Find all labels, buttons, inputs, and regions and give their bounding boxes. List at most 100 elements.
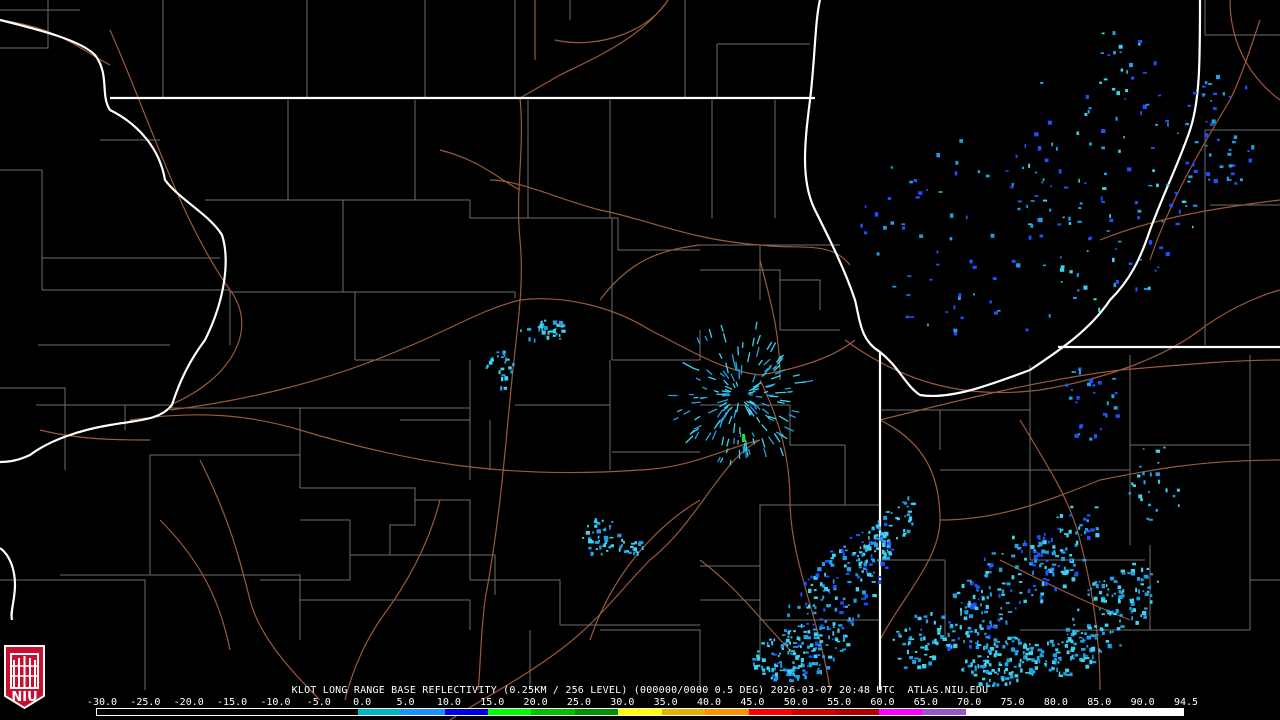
echo-pixel: [1111, 87, 1116, 91]
echo-pixel: [1038, 659, 1041, 664]
echo-pixel: [969, 630, 974, 633]
echo-pixel: [954, 171, 958, 176]
echo-pixel: [883, 515, 888, 520]
echo-pixel: [1135, 587, 1138, 593]
echo-pixel: [832, 553, 836, 558]
echo-pixel: [966, 579, 970, 582]
echo-pixel: [1129, 607, 1132, 611]
echo-pixel: [982, 659, 986, 663]
echo-pixel: [977, 598, 980, 601]
echo-pixel: [974, 606, 979, 611]
echo-pixel: [1051, 551, 1056, 556]
echo-pixel: [1034, 195, 1039, 197]
echo-pixel: [814, 641, 819, 646]
echo-pixel: [1084, 531, 1087, 535]
echo-pixel: [980, 665, 984, 669]
echo-pixel: [848, 617, 851, 620]
echo-pixel: [803, 651, 806, 654]
echo-pixel: [832, 579, 835, 584]
echo-pixel: [496, 351, 500, 354]
echo-pixel: [959, 139, 963, 143]
echo-pixel: [631, 542, 635, 545]
echo-pixel: [1055, 648, 1059, 652]
echo-pixel: [1034, 666, 1038, 670]
echo-pixel: [960, 611, 962, 616]
echo-pixel: [1027, 590, 1031, 593]
echo-pixel: [1106, 593, 1109, 597]
scale-label: 15.0: [480, 697, 505, 708]
echo-pixel: [847, 562, 850, 564]
echo-pixel: [1138, 40, 1143, 44]
echo-pixel: [951, 639, 956, 642]
echo-pixel: [886, 549, 889, 552]
echo-pixel: [843, 564, 847, 568]
echo-pixel: [985, 174, 990, 178]
echo-pixel: [1023, 543, 1028, 547]
echo-pixel: [1017, 638, 1021, 642]
echo-pixel: [1115, 248, 1118, 250]
echo-pixel: [834, 607, 838, 612]
clutter-streak: [755, 395, 763, 398]
echo-pixel: [783, 642, 788, 646]
echo-pixel: [917, 616, 922, 621]
echo-pixel: [1071, 388, 1073, 392]
echo-pixel: [1048, 540, 1051, 544]
echo-pixel: [761, 657, 764, 660]
echo-pixel: [1101, 613, 1105, 616]
echo-pixel: [1143, 574, 1149, 578]
echo-pixel: [790, 652, 793, 655]
echo-pixel: [1049, 208, 1052, 212]
echo-pixel: [1040, 592, 1045, 596]
echo-pixel: [861, 541, 864, 544]
echo-pixel: [1121, 594, 1125, 598]
scale-label: 30.0: [610, 697, 635, 708]
echo-pixel: [953, 328, 958, 333]
echo-pixel: [1084, 182, 1087, 185]
echo-pixel: [1069, 672, 1073, 677]
echo-pixel: [784, 629, 787, 632]
echo-pixel: [820, 624, 824, 627]
echo-pixel: [795, 674, 800, 679]
echo-pixel: [852, 552, 857, 554]
color-bar-segment: [792, 709, 836, 715]
echo-pixel: [1085, 655, 1089, 657]
echo-pixel: [807, 578, 810, 581]
echo-pixel: [1202, 85, 1206, 88]
echo-pixel: [1019, 658, 1022, 663]
echo-pixel: [835, 647, 838, 649]
echo-pixel: [762, 668, 766, 672]
echo-pixel: [905, 315, 910, 319]
echo-pixel: [1169, 203, 1174, 208]
echo-pixel: [1161, 220, 1164, 223]
echo-pixel: [968, 644, 972, 649]
echo-pixel: [508, 366, 512, 370]
echo-pixel: [790, 636, 793, 639]
echo-pixel: [839, 610, 844, 615]
echo-pixel: [902, 226, 906, 230]
echo-pixel: [1005, 668, 1008, 670]
echo-pixel: [1035, 171, 1038, 174]
echo-pixel: [825, 575, 830, 578]
echo-pixel: [1071, 657, 1075, 660]
echo-pixel: [1178, 209, 1181, 214]
echo-pixel: [791, 679, 794, 683]
echo-pixel: [828, 635, 830, 640]
echo-pixel: [1061, 556, 1065, 561]
echo-pixel: [985, 604, 989, 610]
echo-pixel: [1062, 584, 1067, 589]
echo-pixel: [958, 293, 962, 297]
echo-pixel: [1050, 537, 1053, 543]
echo-pixel: [890, 166, 893, 169]
color-bar-segment: [183, 709, 228, 715]
echo-pixel: [1095, 533, 1100, 538]
echo-pixel: [1118, 149, 1121, 153]
echo-pixel: [1111, 394, 1115, 399]
echo-pixel: [861, 531, 864, 534]
echo-pixel: [797, 605, 801, 609]
echo-pixel: [993, 638, 998, 642]
echo-pixel: [1098, 590, 1103, 595]
echo-pixel: [818, 647, 822, 651]
echo-pixel: [1011, 259, 1016, 263]
echo-pixel: [1010, 647, 1015, 652]
echo-pixel: [1185, 161, 1190, 165]
